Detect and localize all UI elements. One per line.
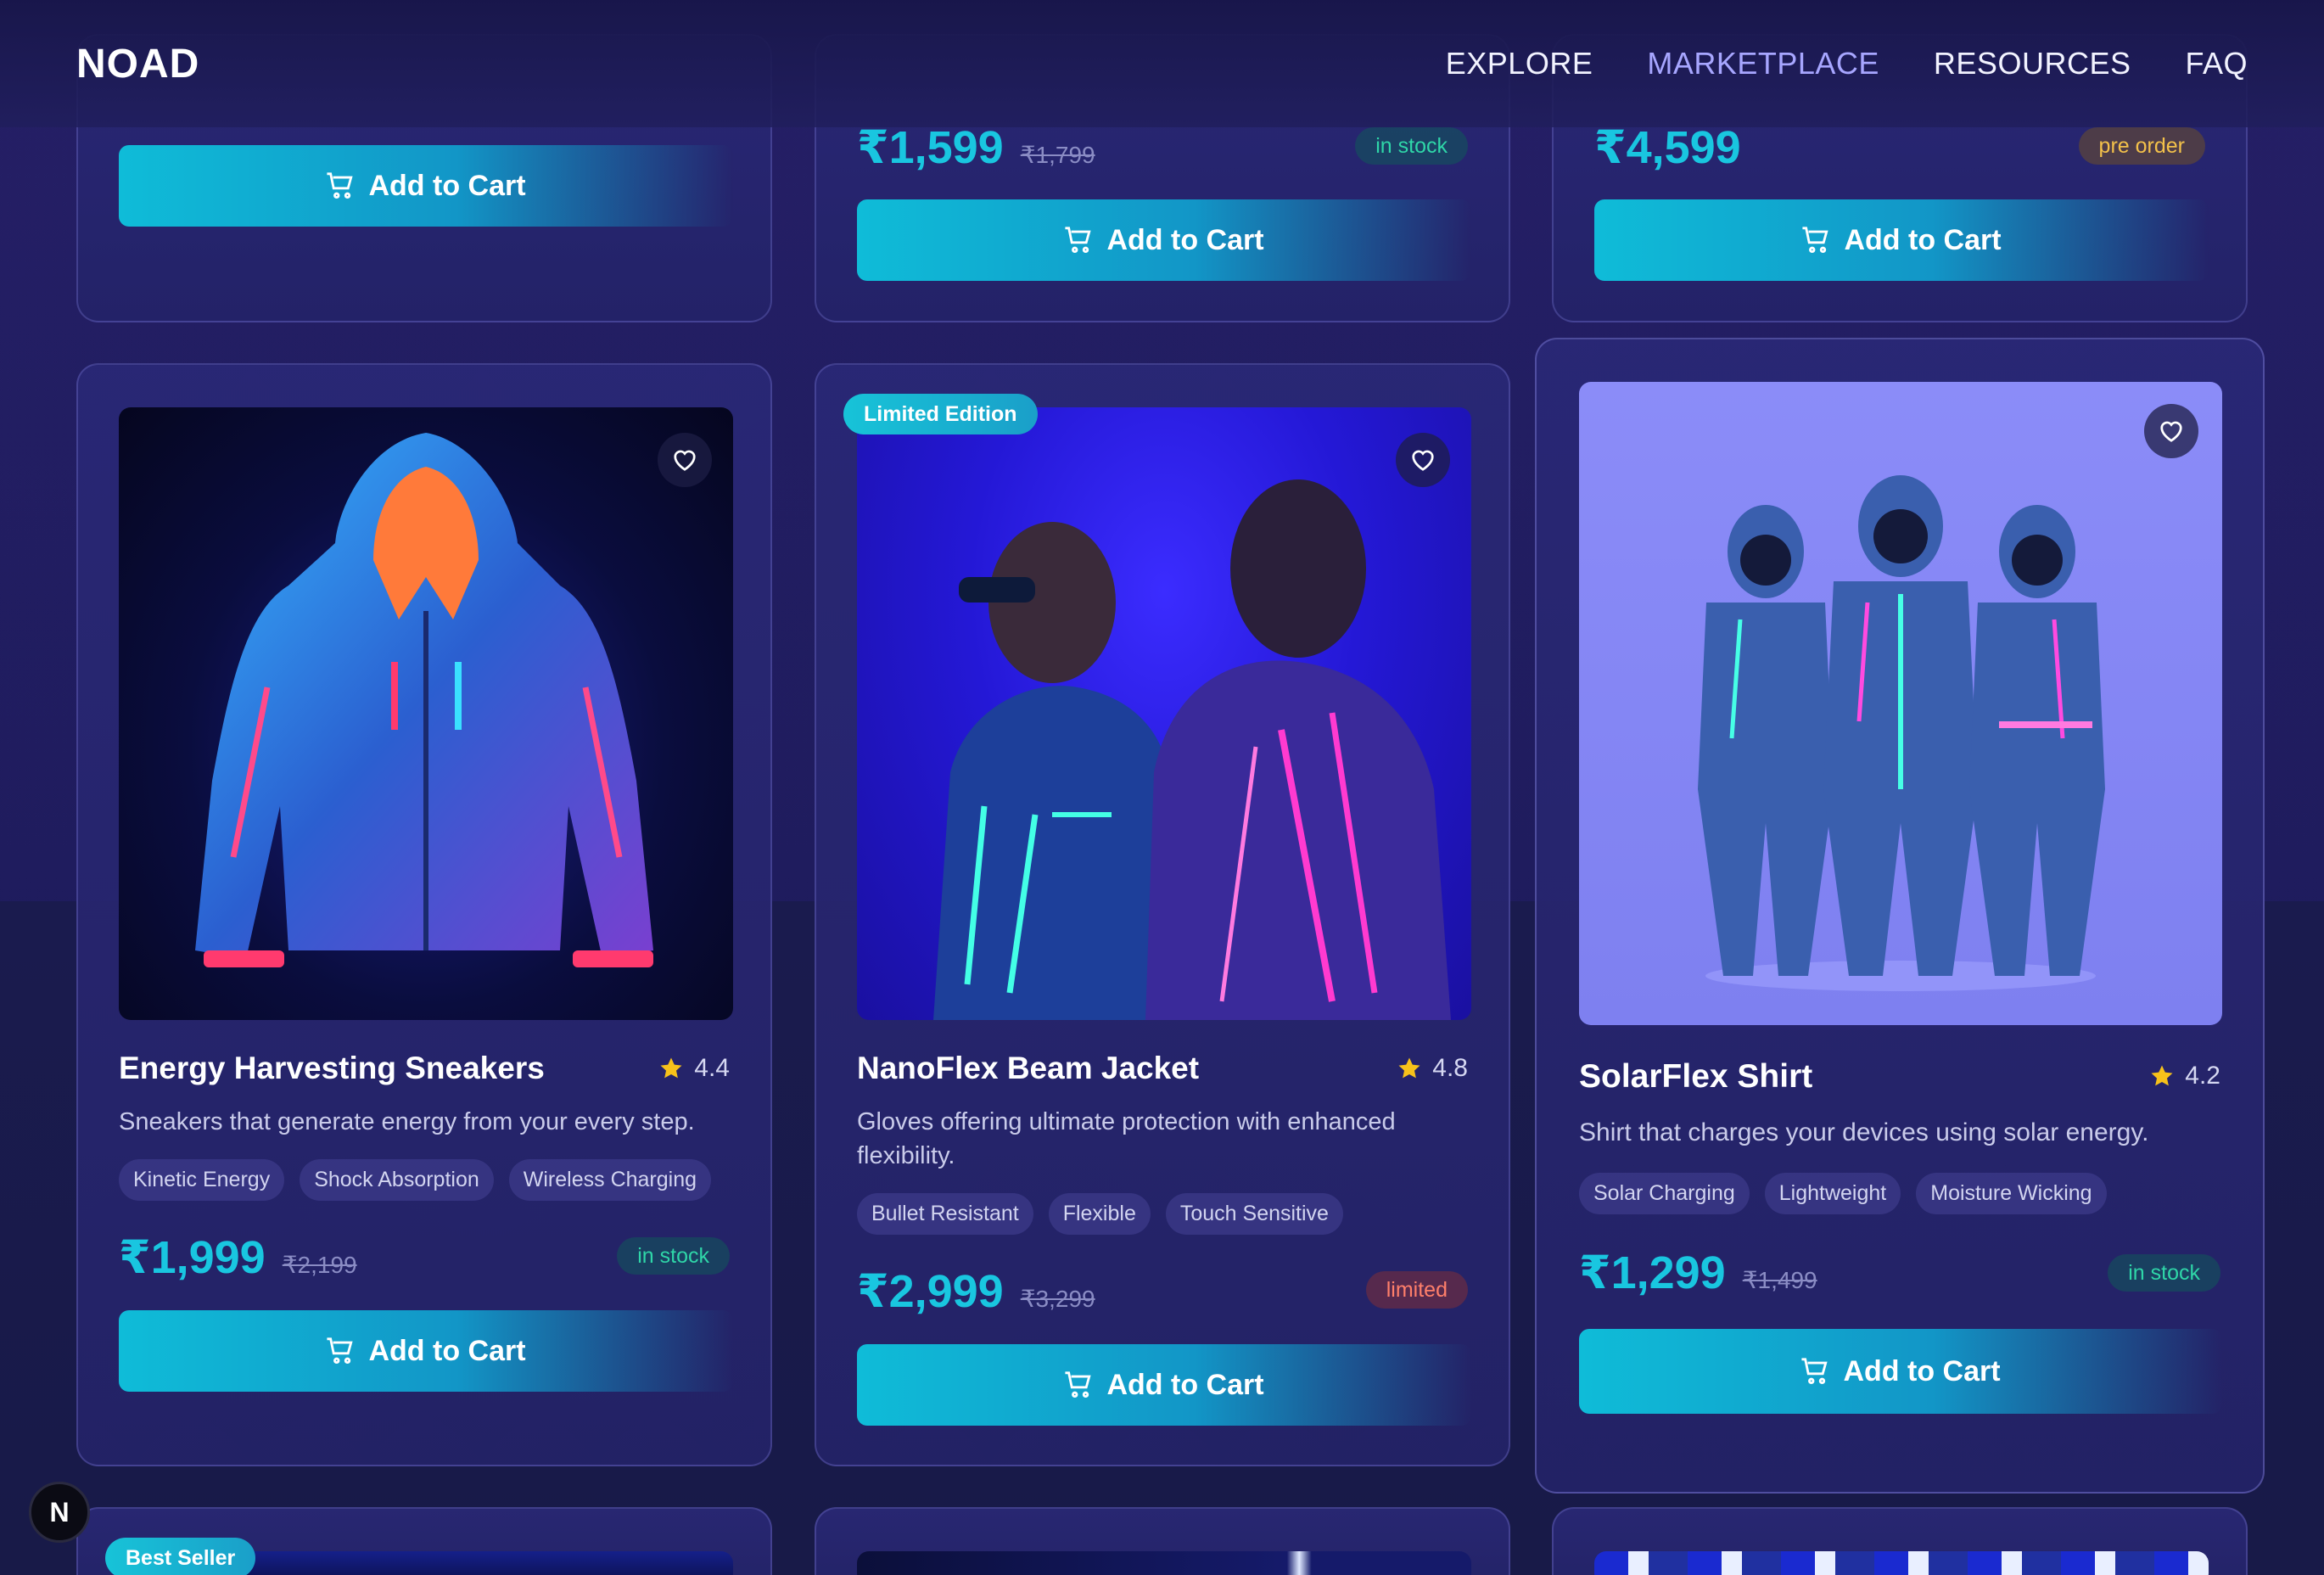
add-to-cart-button[interactable]: Add to Cart	[857, 1344, 1471, 1426]
price: ₹1,999 ₹2,199	[119, 1230, 357, 1284]
add-to-cart-label: Add to Cart	[1843, 1354, 2001, 1387]
product-card: SolarFlex Shirt 4.2 Shirt that charges y…	[1535, 338, 2265, 1494]
add-to-cart-button[interactable]: Add to Cart	[119, 1310, 733, 1392]
product-title[interactable]: SolarFlex Shirt	[1579, 1058, 1812, 1096]
limited-edition-badge: Limited Edition	[843, 394, 1038, 434]
nav-resources[interactable]: RESOURCES	[1934, 46, 2131, 81]
feature-tag: Bullet Resistant	[857, 1193, 1033, 1235]
feature-tag: Touch Sensitive	[1165, 1193, 1343, 1235]
rating-value: 4.2	[2185, 1062, 2220, 1090]
stock-badge: in stock	[1355, 127, 1468, 165]
stock-badge: in stock	[617, 1237, 730, 1275]
feature-tag: Wireless Charging	[508, 1159, 712, 1201]
cart-icon	[1802, 227, 1829, 254]
price: ₹1,599 ₹1,799	[857, 121, 1095, 174]
product-card: Limited Edition NanoFlex Beam Jacket 4.8…	[815, 363, 1510, 1466]
add-to-cart-button[interactable]: Add to Cart	[1594, 199, 2209, 281]
stock-badge: in stock	[2108, 1254, 2220, 1292]
star-icon	[2151, 1065, 2173, 1086]
price: ₹2,999 ₹3,299	[857, 1264, 1095, 1318]
product-image[interactable]	[857, 1551, 1471, 1575]
product-image[interactable]	[857, 407, 1471, 1020]
product-description: Gloves offering ultimate protection with…	[857, 1108, 1396, 1169]
feature-tag: Lightweight	[1764, 1173, 1901, 1214]
add-to-cart-label: Add to Cart	[368, 169, 526, 202]
price: ₹1,299 ₹1,499	[1579, 1246, 1817, 1299]
current-price: ₹1,999	[119, 1232, 266, 1283]
cart-icon	[1065, 1371, 1092, 1398]
star-icon	[660, 1057, 682, 1079]
add-to-cart-button[interactable]: Add to Cart	[857, 199, 1471, 281]
add-to-cart-button[interactable]: Add to Cart	[1579, 1329, 2222, 1414]
product-description: Shirt that charges your devices using so…	[1579, 1118, 2149, 1146]
cart-icon	[327, 172, 354, 199]
original-price: ₹1,799	[1020, 142, 1095, 168]
product-title[interactable]: NanoFlex Beam Jacket	[857, 1051, 1199, 1086]
nav-faq[interactable]: FAQ	[2185, 46, 2248, 81]
heart-icon	[674, 450, 696, 471]
stock-badge: pre order	[2078, 127, 2205, 165]
two-people-neon-jackets-image	[933, 479, 1451, 1020]
rating: 4.8	[1397, 1054, 1468, 1083]
stock-badge: limited	[1365, 1271, 1468, 1309]
cart-icon	[1065, 227, 1092, 254]
product-card	[815, 1507, 1510, 1575]
feature-tags: Kinetic Energy Shock Absorption Wireless…	[119, 1159, 712, 1201]
three-suits-image	[1698, 475, 2105, 991]
favorite-button[interactable]	[1396, 433, 1450, 487]
current-price: ₹2,999	[857, 1266, 1004, 1317]
product-title[interactable]: Energy Harvesting Sneakers	[119, 1051, 545, 1086]
cart-icon	[327, 1337, 354, 1365]
logo[interactable]: NOAD	[76, 41, 199, 87]
add-to-cart-label: Add to Cart	[1106, 1368, 1264, 1401]
original-price: ₹1,499	[1742, 1267, 1817, 1293]
add-to-cart-label: Add to Cart	[368, 1334, 526, 1367]
star-icon	[1398, 1057, 1420, 1079]
product-image[interactable]	[1579, 382, 2222, 1025]
heart-icon	[1412, 450, 1434, 471]
original-price: ₹2,199	[282, 1252, 357, 1278]
rating-value: 4.4	[694, 1054, 730, 1082]
dev-indicator-badge[interactable]: N	[29, 1482, 90, 1543]
nav-marketplace[interactable]: MARKETPLACE	[1647, 46, 1879, 81]
rating: 4.4	[658, 1054, 730, 1083]
current-price: ₹1,299	[1579, 1247, 1726, 1298]
feature-tag: Solar Charging	[1579, 1173, 1750, 1214]
add-to-cart-button[interactable]: Add to Cart	[119, 145, 733, 227]
original-price: ₹3,299	[1020, 1286, 1095, 1312]
feature-tag: Moisture Wicking	[1916, 1173, 2107, 1214]
favorite-button[interactable]	[2144, 404, 2198, 458]
glowing-jacket-image	[195, 433, 653, 967]
best-seller-badge: Best Seller	[105, 1538, 256, 1575]
feature-tags: Solar Charging Lightweight Moisture Wick…	[1579, 1173, 2107, 1214]
add-to-cart-label: Add to Cart	[1106, 223, 1264, 256]
feature-tag: Flexible	[1048, 1193, 1151, 1235]
product-description: Sneakers that generate energy from your …	[119, 1108, 695, 1135]
main-nav: EXPLORE MARKETPLACE RESOURCES FAQ	[1446, 46, 2248, 81]
feature-tags: Bullet Resistant Flexible Touch Sensitiv…	[857, 1193, 1343, 1235]
product-card: Energy Harvesting Sneakers 4.4 Sneakers …	[76, 363, 772, 1466]
site-header: NOAD EXPLORE MARKETPLACE RESOURCES FAQ	[0, 0, 2324, 127]
rating: 4.2	[2149, 1062, 2220, 1090]
feature-tag: Shock Absorption	[300, 1159, 494, 1201]
product-image[interactable]	[119, 407, 733, 1020]
nav-explore[interactable]: EXPLORE	[1446, 46, 1593, 81]
cart-icon	[1801, 1358, 1828, 1385]
feature-tag: Kinetic Energy	[119, 1159, 285, 1201]
rating-value: 4.8	[1432, 1054, 1468, 1082]
price: ₹4,599	[1594, 121, 1741, 174]
favorite-button[interactable]	[658, 433, 712, 487]
heart-icon	[2160, 421, 2182, 442]
product-image[interactable]	[1594, 1551, 2209, 1575]
product-card: Best Seller	[76, 1507, 772, 1575]
current-price: ₹1,599	[857, 122, 1004, 173]
current-price: ₹4,599	[1594, 122, 1741, 173]
add-to-cart-label: Add to Cart	[1844, 223, 2002, 256]
product-card	[1552, 1507, 2248, 1575]
